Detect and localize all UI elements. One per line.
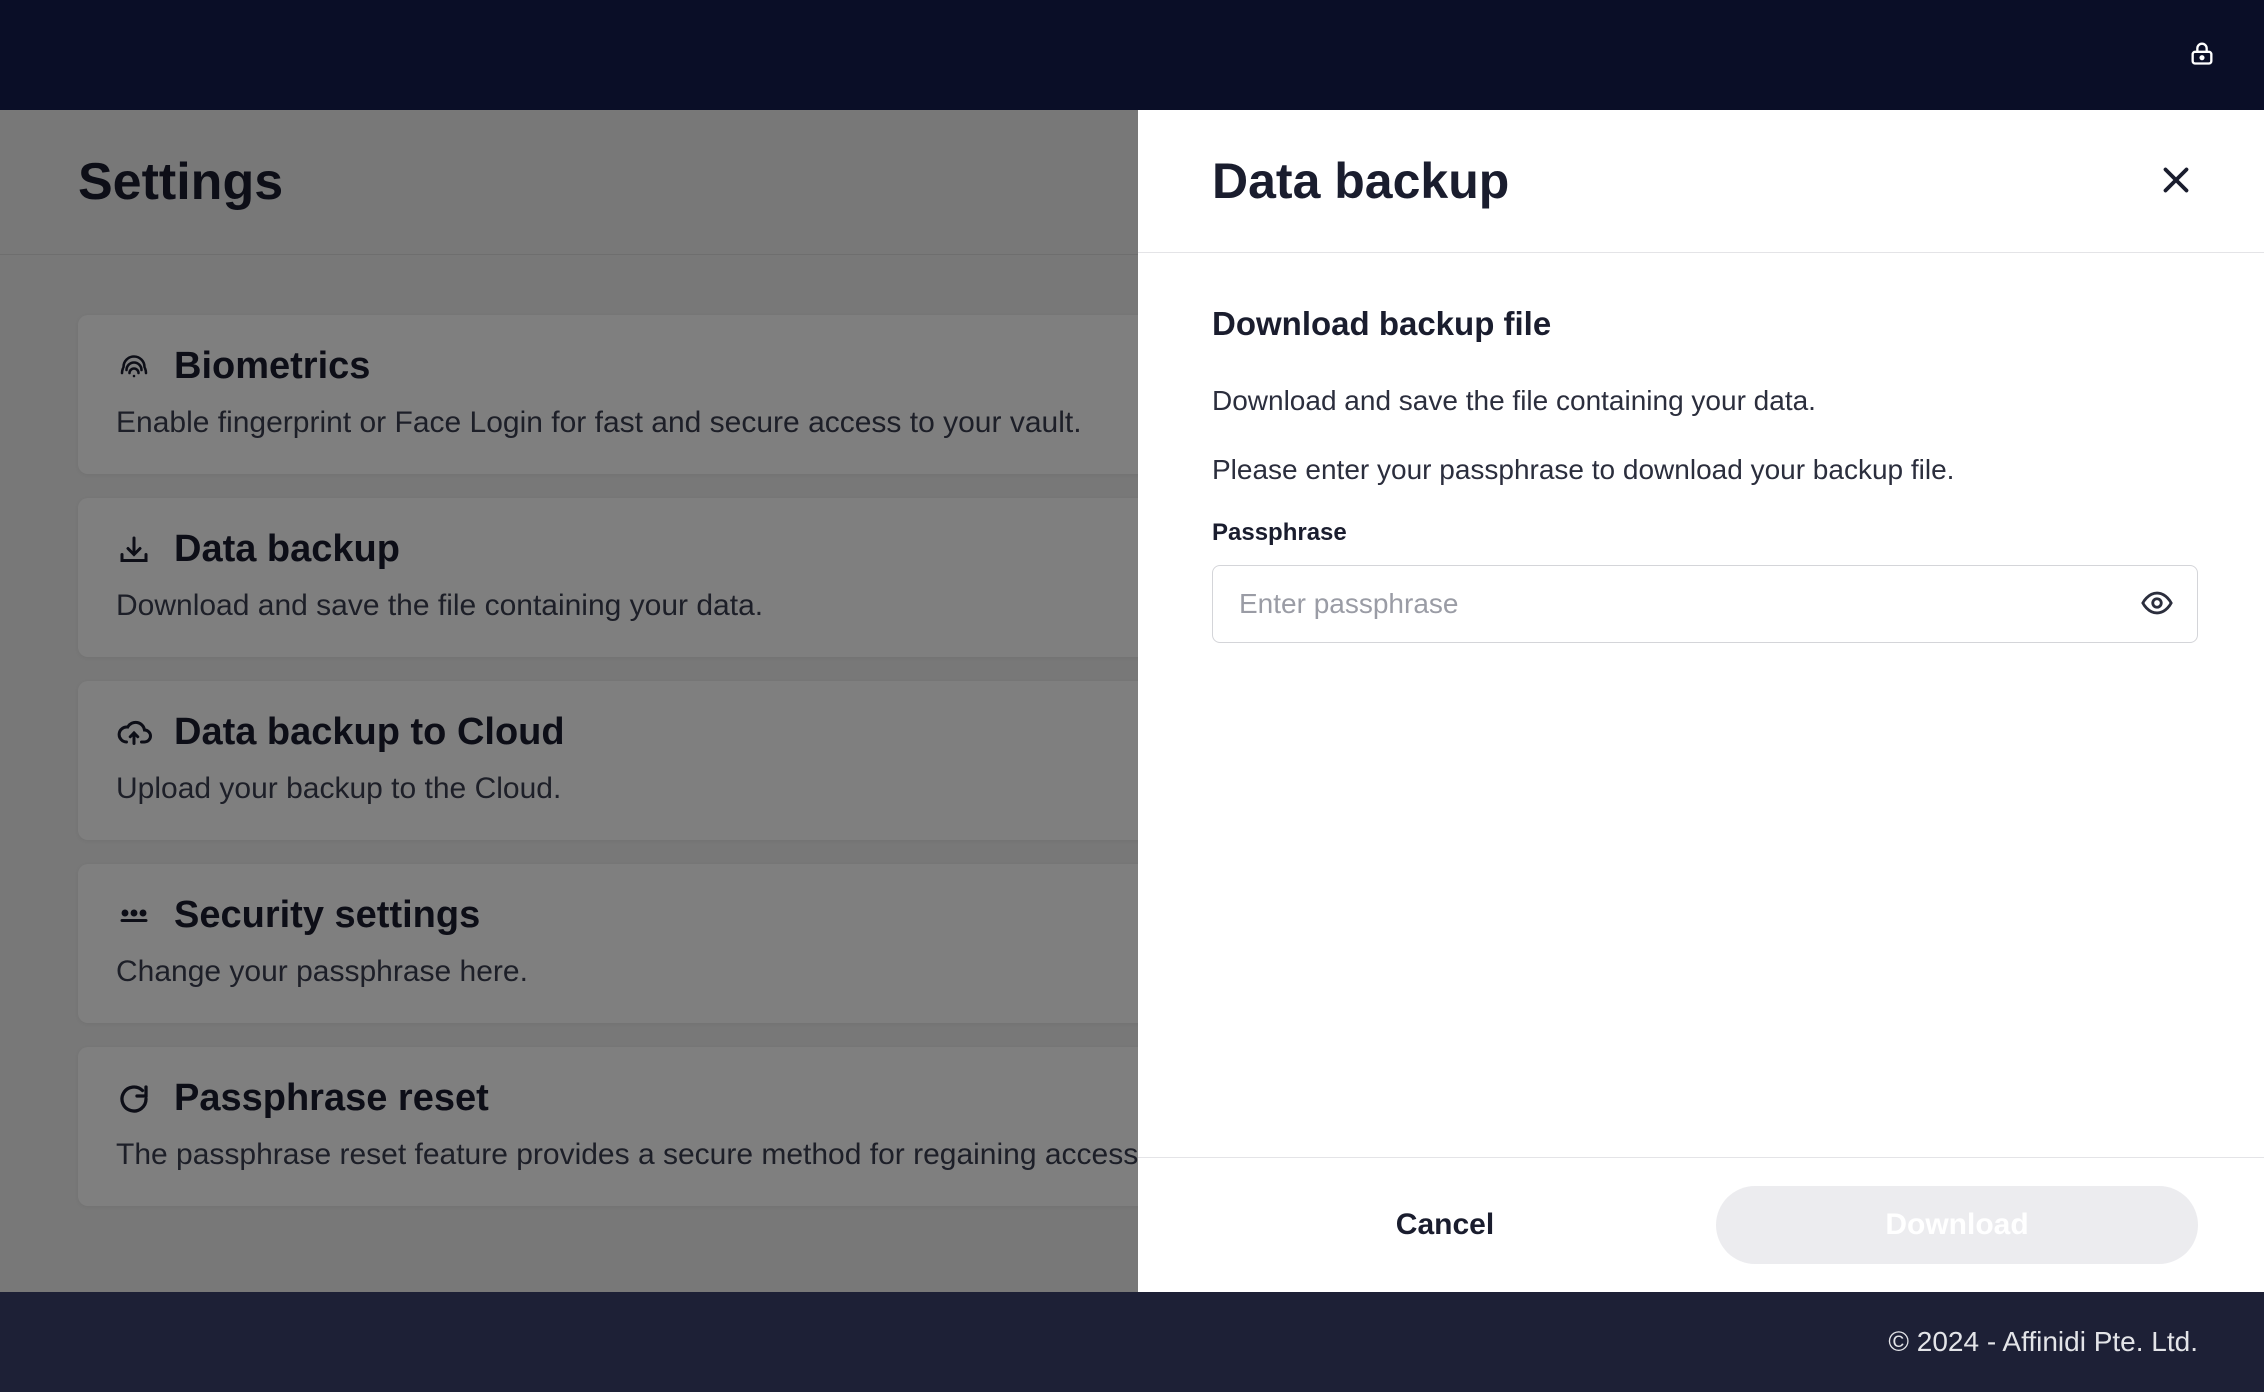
page-footer: © 2024 - Affinidi Pte. Ltd. bbox=[0, 1292, 2264, 1392]
download-button[interactable]: Download bbox=[1716, 1186, 2198, 1264]
close-button[interactable] bbox=[2154, 158, 2198, 205]
modal-body: Download backup file Download and save t… bbox=[1138, 253, 2264, 1157]
close-icon bbox=[2158, 186, 2194, 201]
data-backup-modal: Data backup Download backup file Downloa… bbox=[1138, 110, 2264, 1292]
eye-icon bbox=[2140, 586, 2174, 623]
toggle-visibility-button[interactable] bbox=[2140, 586, 2174, 623]
cancel-button[interactable]: Cancel bbox=[1204, 1186, 1686, 1264]
copyright-text: © 2024 - Affinidi Pte. Ltd. bbox=[1888, 1326, 2198, 1358]
modal-title: Data backup bbox=[1212, 152, 1509, 210]
modal-text-2: Please enter your passphrase to download… bbox=[1212, 450, 2198, 489]
modal-footer: Cancel Download bbox=[1138, 1157, 2264, 1292]
lock-icon[interactable] bbox=[2188, 37, 2216, 74]
modal-subtitle: Download backup file bbox=[1212, 305, 2198, 343]
top-bar bbox=[0, 0, 2264, 110]
passphrase-input[interactable] bbox=[1212, 565, 2198, 643]
modal-text-1: Download and save the file containing yo… bbox=[1212, 381, 2198, 420]
modal-header: Data backup bbox=[1138, 110, 2264, 253]
passphrase-input-wrap bbox=[1212, 565, 2198, 643]
passphrase-label: Passphrase bbox=[1212, 519, 2198, 547]
